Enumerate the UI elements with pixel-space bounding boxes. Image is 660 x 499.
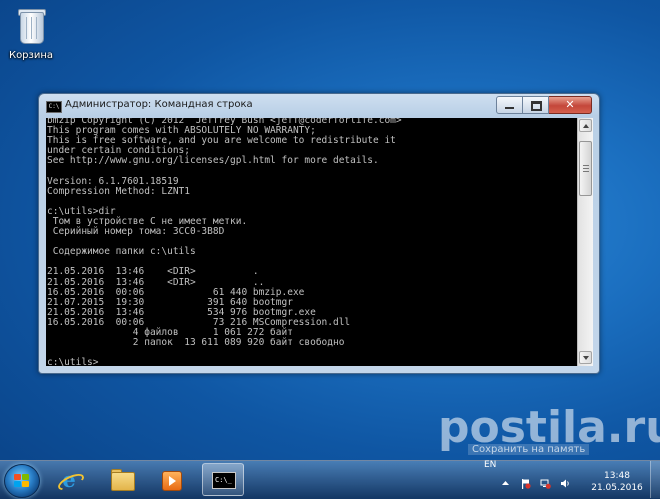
volume-icon[interactable] [560, 478, 571, 489]
media-player-icon [162, 471, 182, 491]
show-desktop-button[interactable] [650, 461, 660, 498]
console-line: Серийный номер тома: 3CC0-3B8D [47, 226, 225, 238]
watermark-caption: Сохранить на память [468, 444, 590, 455]
console-output[interactable]: bmzip Copyright (C) 2012 Jeffrey Bush <j… [46, 118, 577, 366]
clock-time: 13:48 [604, 471, 630, 481]
internet-explorer-icon: e [55, 469, 87, 494]
window-controls: ✕ [496, 96, 592, 114]
cmd-app-icon[interactable]: C:\ [46, 101, 62, 113]
command-prompt-window[interactable]: C:\ Администратор: Командная строка ✕ bm… [38, 93, 600, 374]
console-line: 2 папок 13 611 089 920 байт свободно [47, 337, 345, 349]
clock-date: 21.05.2016 [591, 483, 643, 493]
scroll-up-button[interactable] [579, 119, 592, 132]
title-bar[interactable]: C:\ Администратор: Командная строка ✕ [39, 94, 599, 118]
console-line: Compression Method: LZNT1 [47, 185, 190, 197]
taskbar-internet-explorer[interactable]: e [48, 463, 90, 496]
taskbar-command-prompt[interactable]: C:\_ [202, 463, 244, 496]
maximize-icon [531, 101, 542, 111]
taskbar-file-explorer[interactable] [100, 463, 142, 496]
recycle-bin-label: Корзина [8, 50, 54, 61]
system-clock[interactable]: 13:48 21.05.2016 [588, 470, 646, 494]
arrow-down-icon [583, 356, 589, 360]
action-center-flag-icon[interactable] [520, 478, 531, 489]
start-button[interactable] [4, 464, 40, 498]
windows-logo-icon [14, 474, 30, 488]
file-explorer-icon [111, 472, 135, 491]
maximize-button[interactable] [523, 96, 549, 114]
language-indicator[interactable]: EN [484, 460, 496, 470]
recycle-bin-icon [15, 6, 47, 44]
close-button[interactable]: ✕ [549, 96, 592, 114]
command-prompt-icon: C:\_ [212, 472, 236, 489]
arrow-up-icon [583, 124, 589, 128]
scrollbar-thumb[interactable] [579, 141, 592, 196]
network-icon[interactable] [540, 478, 551, 489]
console-line: c:\utils> [47, 357, 99, 366]
minimize-icon [505, 107, 514, 109]
recycle-bin-shortcut[interactable]: Корзина [6, 6, 56, 61]
scroll-down-button[interactable] [579, 351, 592, 364]
taskbar-media-player[interactable] [150, 463, 192, 496]
window-title: Администратор: Командная строка [65, 99, 253, 110]
console-line: See http://www.gnu.org/licenses/gpl.html… [47, 155, 379, 167]
console-line: Содержимое папки c:\utils [47, 246, 196, 258]
show-hidden-icons-icon[interactable] [500, 478, 511, 489]
vertical-scrollbar[interactable] [577, 118, 593, 366]
close-icon: ✕ [565, 98, 575, 111]
console-text: bmzip Copyright (C) 2012 Jeffrey Bush <j… [47, 118, 402, 366]
minimize-button[interactable] [496, 96, 523, 114]
